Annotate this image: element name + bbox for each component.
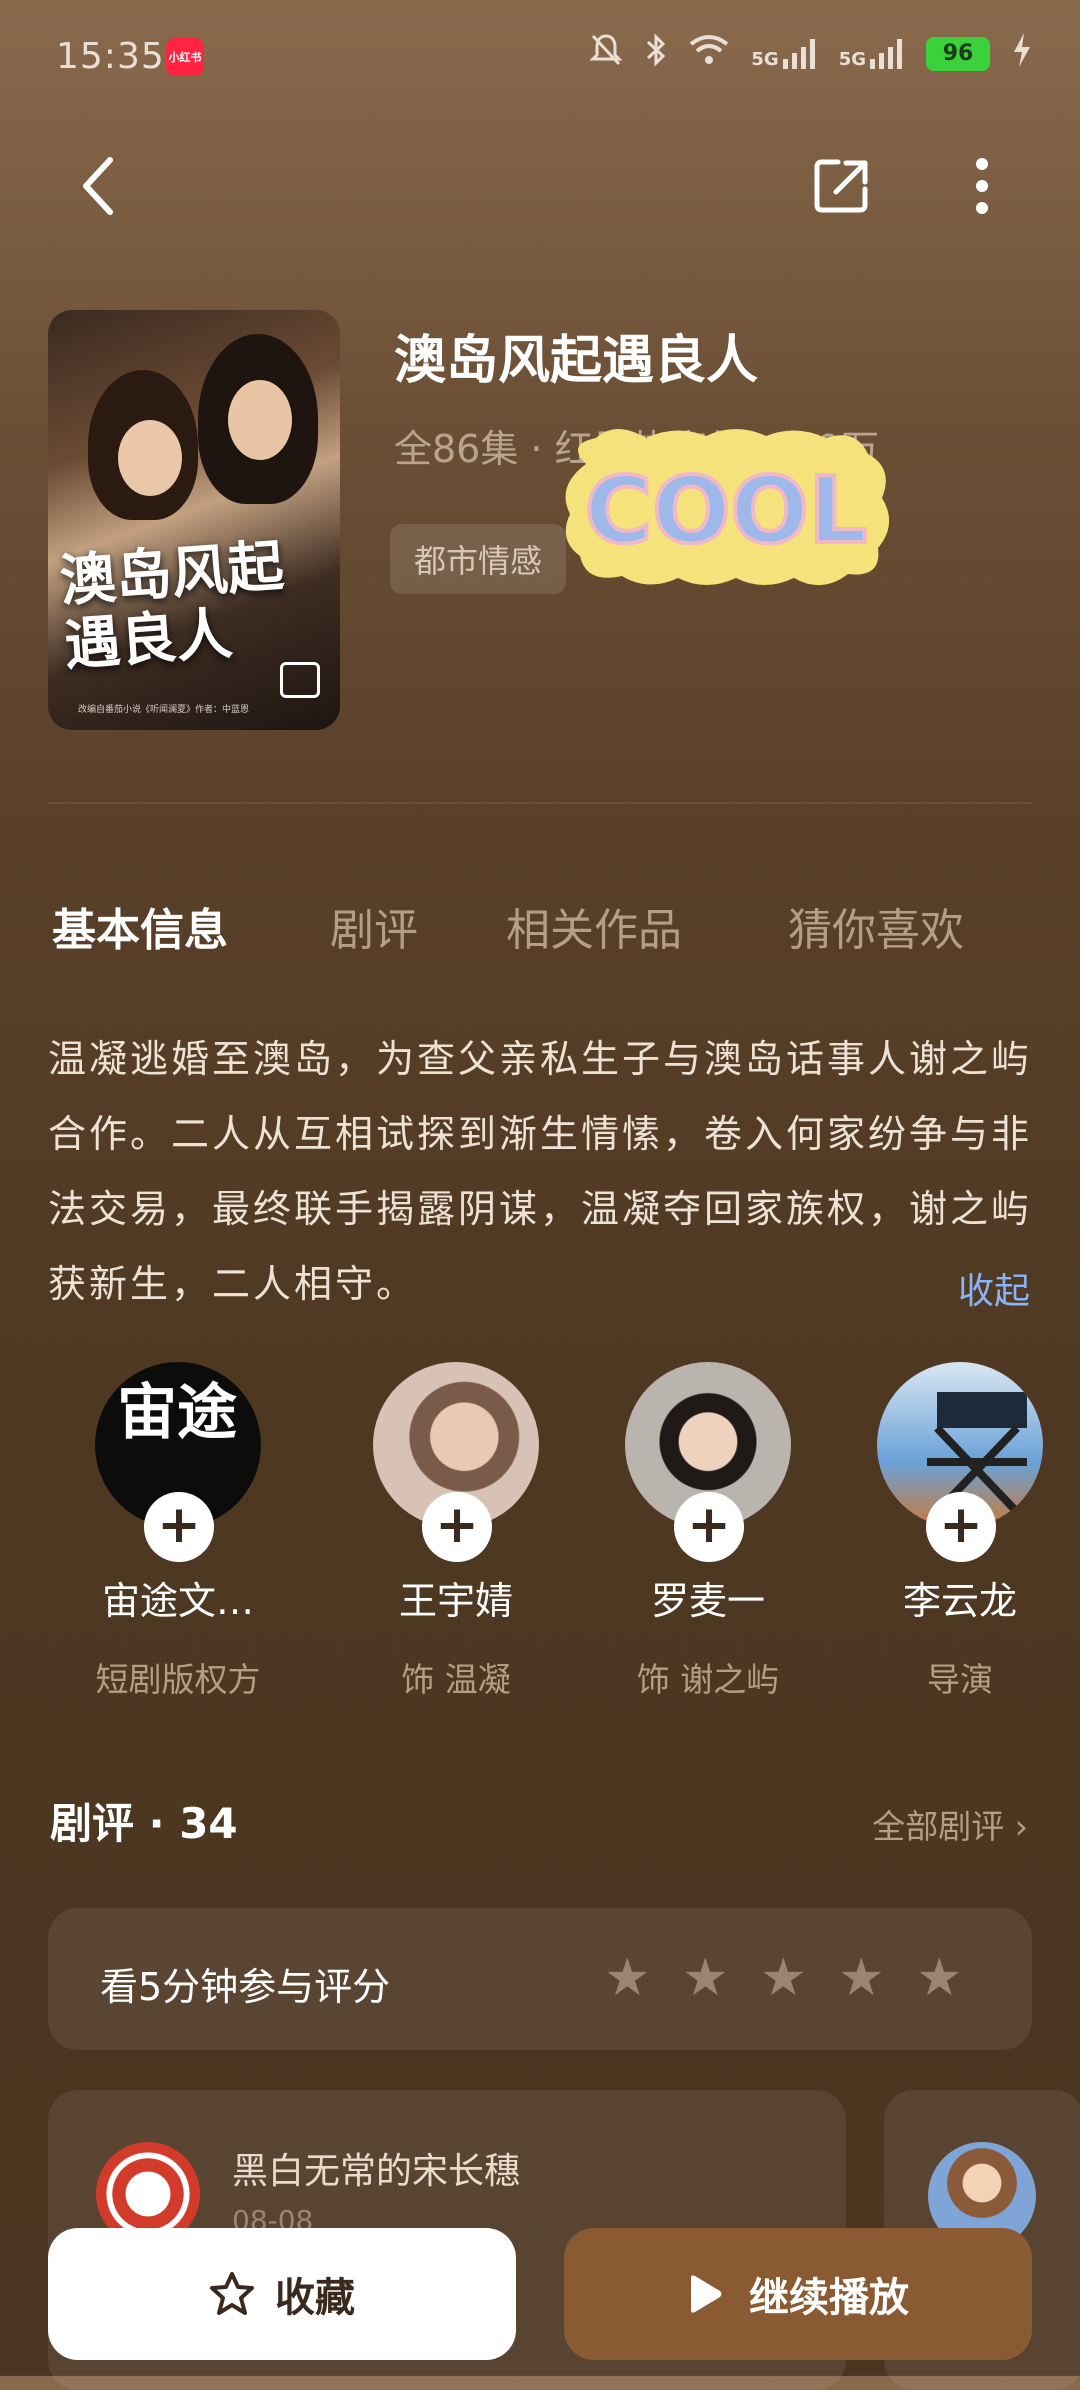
share-button[interactable] [802, 146, 882, 226]
poster-face [228, 380, 292, 460]
follow-plus-icon[interactable]: + [674, 1492, 744, 1562]
charging-icon [1012, 33, 1032, 74]
cast-item[interactable]: 宙途 + 宙途文… 短剧版权方 [78, 1362, 278, 1701]
divider [48, 802, 1032, 804]
star-icon[interactable]: ★ [604, 1948, 651, 2008]
cast-item[interactable]: + 王宇婧 饰 温凝 [356, 1362, 556, 1701]
cast-role: 饰 温凝 [401, 1660, 511, 1699]
review-username: 黑白无常的宋长穗 [232, 2151, 521, 2192]
poster-face [118, 420, 182, 496]
cast-name: 罗麦一 [650, 1579, 765, 1623]
cast-name: 宙途文… [101, 1579, 254, 1623]
cast-role: 饰 谢之屿 [636, 1660, 780, 1699]
app-badge-icon: 小红书 [166, 38, 204, 76]
status-time: 15:35 [56, 36, 165, 77]
all-reviews-link[interactable]: 全部剧评 › [872, 1800, 1028, 1848]
tab-basic-info[interactable]: 基本信息 [52, 894, 228, 958]
star-icon[interactable]: ★ [682, 1948, 729, 2008]
cast-name: 王宇婧 [398, 1579, 513, 1623]
bluetooth-icon [645, 32, 667, 75]
share-icon [814, 159, 868, 213]
more-vertical-icon [976, 158, 988, 214]
play-icon [691, 2275, 722, 2313]
star-icon[interactable]: ★ [916, 1948, 963, 2008]
cast-name: 李云龙 [902, 1579, 1017, 1623]
tab-reviews[interactable]: 剧评 [330, 894, 418, 958]
poster-title: 澳岛风起遇良人 [57, 532, 286, 679]
favorite-button[interactable]: 收藏 [48, 2228, 516, 2360]
rating-prompt: 看5分钟参与评分 [100, 1965, 391, 2009]
reviews-header: 剧评 · 34 [50, 1799, 238, 1848]
synopsis-text: 温凝逃婚至澳岛，为查父亲私生子与澳岛话事人谢之屿合作。二人从互相试探到渐生情愫，… [48, 1037, 1033, 1306]
signal-icon: 5G [751, 38, 816, 69]
cast-role: 导演 [927, 1660, 993, 1699]
svg-text:COOL: COOL [585, 457, 868, 564]
favorite-label: 收藏 [275, 2275, 355, 2321]
mute-icon [589, 32, 623, 75]
signal-icon: 5G [839, 38, 904, 69]
drama-poster[interactable]: 澳岛风起遇良人 改编自番茄小说《听闻澜夏》作者：中蓝恩 [48, 310, 340, 730]
follow-plus-icon[interactable]: + [422, 1492, 492, 1562]
cast-item[interactable]: + 罗麦一 饰 谢之屿 [608, 1362, 808, 1701]
drama-title: 澳岛风起遇良人 [394, 331, 759, 391]
poster-credit: 改编自番茄小说《听闻澜夏》作者：中蓝恩 [78, 705, 250, 715]
star-icon[interactable]: ★ [760, 1948, 807, 2008]
follow-plus-icon[interactable]: + [926, 1492, 996, 1562]
star-outline-icon [210, 2272, 254, 2315]
tab-related-works[interactable]: 相关作品 [506, 894, 682, 958]
chevron-right-icon: › [1014, 1807, 1028, 1846]
tab-recommendations[interactable]: 猜你喜欢 [788, 894, 964, 958]
cool-sticker: COOL [565, 429, 890, 586]
star-icon[interactable]: ★ [838, 1948, 885, 2008]
rating-card[interactable]: 看5分钟参与评分 ★ ★ ★ ★ ★ [48, 1908, 1032, 2050]
genre-tag[interactable]: 都市情感 [390, 524, 567, 594]
more-button[interactable] [942, 146, 1022, 226]
back-button[interactable] [58, 146, 138, 226]
battery-indicator: 96 [926, 36, 990, 71]
collapse-link[interactable]: 收起 [958, 1262, 1030, 1314]
continue-play-button[interactable]: 继续播放 [564, 2228, 1032, 2360]
cast-item[interactable]: + 李云龙 导演 [860, 1362, 1060, 1701]
avatar-logo-text: 宙途 [117, 1378, 237, 1448]
all-reviews-label: 全部剧评 [872, 1807, 1005, 1846]
follow-plus-icon[interactable]: + [144, 1492, 214, 1562]
wifi-icon [689, 34, 729, 73]
tv-icon [280, 662, 320, 698]
cast-role: 短剧版权方 [95, 1660, 261, 1699]
status-icons: 5G 5G 96 [589, 32, 1032, 75]
chevron-left-icon [83, 157, 113, 215]
continue-play-label: 继续播放 [749, 2275, 909, 2321]
